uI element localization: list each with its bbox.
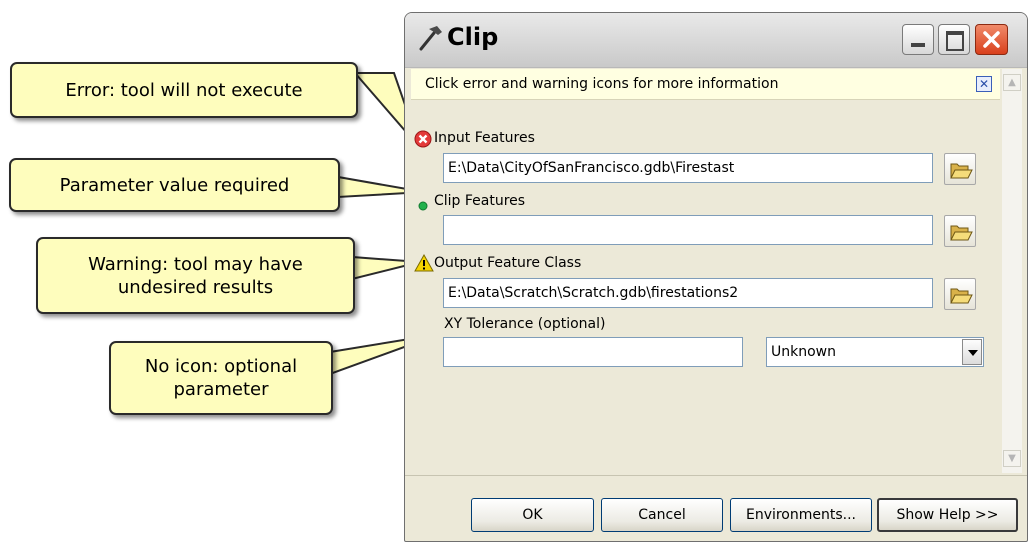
chevron-down-icon[interactable]	[962, 339, 982, 365]
xy-tolerance-unit-select[interactable]: Unknown	[766, 337, 984, 367]
maximize-button[interactable]	[938, 24, 970, 55]
input-features-browse-button[interactable]	[944, 153, 976, 185]
input-features-label: Input Features	[434, 130, 535, 146]
parameters-panel: Click error and warning icons for more i…	[411, 69, 1000, 473]
optional-callout-text: No icon: optional parameter	[144, 356, 298, 400]
ok-button[interactable]: OK	[471, 498, 594, 532]
clip-features-label: Clip Features	[434, 193, 526, 209]
warning-icon[interactable]	[414, 254, 434, 272]
folder-open-icon	[950, 163, 973, 179]
warning-callout-text: Warning: tool may have undesired results	[88, 253, 303, 298]
optional-callout: No icon: optional parameter	[109, 341, 333, 415]
output-feature-class-field[interactable]: E:\Data\Scratch\Scratch.gdb\firestations…	[443, 278, 933, 308]
output-feature-class-browse-button[interactable]	[944, 278, 976, 310]
required-dot-icon[interactable]	[418, 201, 428, 211]
error-callout: Error: tool will not execute	[10, 62, 358, 118]
input-features-field[interactable]: E:\Data\CityOfSanFrancisco.gdb\Firestast	[443, 153, 933, 183]
vertical-scrollbar[interactable]: ▲ ▼	[1002, 69, 1022, 473]
error-callout-text: Error: tool will not execute	[65, 79, 303, 101]
clip-dialog: Clip Click error and warning icons for m…	[404, 12, 1028, 542]
error-icon[interactable]	[414, 130, 432, 148]
minimize-button[interactable]	[902, 24, 934, 55]
xy-tolerance-unit-value: Unknown	[771, 344, 836, 360]
environments-button[interactable]: Environments...	[730, 498, 872, 532]
close-icon	[983, 31, 1000, 48]
scroll-up-icon[interactable]: ▲	[1003, 74, 1021, 91]
info-bar-close-button[interactable]: ✕	[976, 76, 992, 92]
xy-tolerance-field[interactable]	[443, 337, 743, 367]
xy-tolerance-label: XY Tolerance (optional)	[444, 316, 606, 332]
scroll-down-icon[interactable]: ▼	[1003, 450, 1021, 467]
info-bar: Click error and warning icons for more i…	[411, 69, 1000, 100]
cancel-button[interactable]: Cancel	[601, 498, 723, 532]
window-title: Clip	[447, 23, 499, 51]
title-bar[interactable]: Clip	[405, 13, 1027, 68]
folder-open-icon	[950, 225, 973, 241]
clip-features-field[interactable]	[443, 215, 933, 245]
warning-callout: Warning: tool may have undesired results	[36, 237, 355, 314]
footer-divider	[405, 475, 1027, 476]
hammer-icon	[419, 26, 442, 51]
required-callout: Parameter value required	[9, 158, 340, 212]
output-feature-class-label: Output Feature Class	[434, 255, 582, 271]
required-callout-text: Parameter value required	[59, 174, 290, 196]
info-bar-message: Click error and warning icons for more i…	[425, 76, 779, 92]
show-help-button[interactable]: Show Help >>	[877, 498, 1018, 532]
close-button[interactable]	[975, 24, 1008, 55]
clip-features-browse-button[interactable]	[944, 215, 976, 247]
folder-open-icon	[950, 288, 973, 304]
